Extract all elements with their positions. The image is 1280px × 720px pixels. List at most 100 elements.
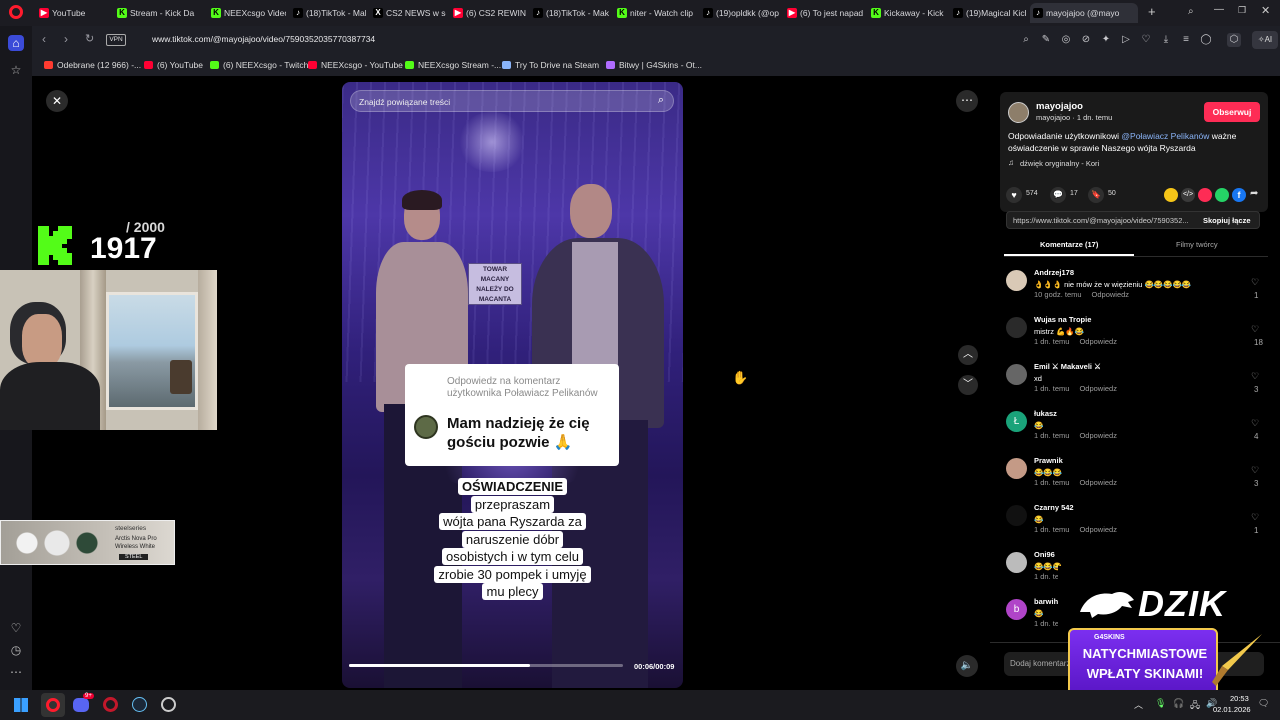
volume-button[interactable]: 🔈 <box>956 655 978 677</box>
windows-start-icon[interactable] <box>14 698 28 712</box>
heart-icon[interactable]: ♡ <box>8 620 24 636</box>
tab-1[interactable]: ▶ YouTube <box>36 3 108 23</box>
tab-11[interactable]: K Kickaway - Kick C <box>868 3 946 23</box>
camera-icon[interactable]: ◎ <box>1059 33 1073 47</box>
comment-like-icon[interactable]: ♡ <box>1251 324 1259 335</box>
comment-like-icon[interactable]: ♡ <box>1251 512 1259 523</box>
profile-icon[interactable]: ◯ <box>1199 33 1213 47</box>
video-player[interactable]: TOWAR MACANY NALEŻY DO MACANTA Znajdź po… <box>342 82 683 688</box>
new-tab-button[interactable]: + <box>1148 5 1160 19</box>
comment-like-icon[interactable]: ♡ <box>1251 418 1259 429</box>
extension-icon[interactable]: ✦ <box>1099 33 1113 47</box>
comment-reply-button[interactable]: Odpowiedz <box>1079 525 1117 534</box>
tab-9[interactable]: ♪ (19)opldkk (@op <box>700 3 780 23</box>
share-emoji-icon[interactable] <box>1164 188 1178 202</box>
headset-tray-icon[interactable]: 🎧 <box>1173 698 1184 709</box>
steelseries-ad[interactable]: steelseries Arctis Nova Pro Wireless Whi… <box>0 520 175 565</box>
steam-icon[interactable] <box>132 697 147 712</box>
tab-5[interactable]: XCS2 NEWS w ser <box>370 3 446 23</box>
bookmark-heart-icon[interactable]: ♡ <box>1139 33 1153 47</box>
reload-icon[interactable]: ↻ <box>85 32 94 45</box>
related-search-field[interactable]: Znajdź powiązane treści ⌕ <box>350 90 674 112</box>
comment-avatar[interactable]: Ł <box>1006 411 1027 432</box>
comment-reply-button[interactable]: Odpowiedz <box>1079 478 1117 487</box>
tab-8[interactable]: Kniter - Watch clip <box>614 3 696 23</box>
prev-video-button[interactable]: ︿ <box>958 345 978 365</box>
comment-avatar[interactable] <box>1006 505 1027 526</box>
bookmark-item[interactable]: (6) YouTube <box>144 58 203 72</box>
close-window-button[interactable]: ✕ <box>1261 4 1270 17</box>
tab-12[interactable]: ♪ (19)Magical Kick <box>950 3 1026 23</box>
menu-icon[interactable]: ≡ <box>1179 33 1193 47</box>
tab-4[interactable]: ♪ (18)TikTok - Mak <box>290 3 366 23</box>
comment-author[interactable]: Wujas na Tropie <box>1034 315 1091 324</box>
bookmark-item[interactable]: (6) NEEXcsgo - Twitch <box>210 58 308 72</box>
edit-icon[interactable]: ✎ <box>1039 33 1053 47</box>
tab-2[interactable]: K Stream - Kick Da <box>114 3 204 23</box>
comment-avatar[interactable] <box>1006 552 1027 573</box>
bookmark-item[interactable]: Odebrane (12 966) -... <box>44 58 141 72</box>
embed-icon[interactable]: </> <box>1181 188 1195 202</box>
clock-time[interactable]: 20:53 <box>1230 694 1249 703</box>
comment-avatar[interactable] <box>1006 364 1027 385</box>
close-video-button[interactable]: ✕ <box>46 90 68 112</box>
comment-reply-button[interactable]: Odpowiedz <box>1092 290 1130 299</box>
share-arrow-icon[interactable]: ➦ <box>1250 188 1258 199</box>
video-link[interactable]: https://www.tiktok.com/@mayojajoo/video/… <box>1013 216 1195 225</box>
tab-comments[interactable]: Komentarze (17) <box>1040 240 1098 249</box>
next-video-button[interactable]: ﹀ <box>958 375 978 395</box>
app-icon[interactable] <box>161 697 176 712</box>
tab-13[interactable]: ♪ mayojajoo (@mayo <box>1030 3 1138 23</box>
comment-author[interactable]: Oni96 <box>1034 550 1055 559</box>
mic-icon[interactable]: 🎙 <box>1155 698 1166 709</box>
comment-reply-button[interactable]: Odpowiedz <box>1079 384 1117 393</box>
comment-icon[interactable]: 💬 <box>1050 187 1066 203</box>
notification-icon[interactable]: 🗨 <box>1258 698 1269 709</box>
follow-button[interactable]: Obserwuj <box>1204 102 1260 122</box>
bookmark-item[interactable]: Try To Drive na Steam <box>502 58 599 72</box>
comment-avatar[interactable] <box>1006 458 1027 479</box>
save-icon[interactable]: 🔖 <box>1088 187 1104 203</box>
history-icon[interactable]: ◷ <box>8 642 24 658</box>
tab-creator-videos[interactable]: Filmy twórcy <box>1176 240 1218 249</box>
adblock-icon[interactable]: ⊘ <box>1079 33 1093 47</box>
comment-avatar[interactable] <box>1006 270 1027 291</box>
search-icon[interactable]: ⌕ <box>658 94 664 107</box>
more-icon[interactable]: ⋯ <box>8 664 24 680</box>
comment-reply-button[interactable]: Odpowiedz <box>1079 337 1117 346</box>
comment-avatar[interactable]: b <box>1006 599 1027 620</box>
vpn-badge[interactable]: VPN <box>106 34 126 46</box>
comment-author[interactable]: Prawnik <box>1034 456 1063 465</box>
download-icon[interactable]: ⤓ <box>1159 33 1173 47</box>
comment-like-icon[interactable]: ♡ <box>1251 465 1259 476</box>
tab-3[interactable]: K NEEXcsgo Video <box>208 3 286 23</box>
ai-button[interactable]: ✧AI <box>1252 31 1278 49</box>
facebook-icon[interactable]: f <box>1232 188 1246 202</box>
search-tabs-icon[interactable]: ⌕ <box>1188 6 1194 17</box>
clock-date[interactable]: 02.01.2026 <box>1213 705 1251 714</box>
back-icon[interactable]: ‹ <box>42 32 46 46</box>
tab-10[interactable]: ▶ (6) To jest napad <box>784 3 864 23</box>
send-icon[interactable] <box>1198 188 1212 202</box>
discord-icon[interactable] <box>73 698 89 712</box>
comment-reply-button[interactable]: Odpowiedz <box>1079 431 1117 440</box>
whatsapp-icon[interactable] <box>1215 188 1229 202</box>
network-icon[interactable]: 🖧 <box>1190 698 1200 714</box>
comment-author[interactable]: Andrzej178 <box>1034 268 1074 277</box>
author-name[interactable]: mayojajoo <box>1036 101 1083 112</box>
comment-like-icon[interactable]: ♡ <box>1251 371 1259 382</box>
bookmark-item[interactable]: NEEXcsgo Stream -... <box>405 58 501 72</box>
opera-taskbar-icon[interactable] <box>41 693 65 717</box>
opera-logo-icon[interactable] <box>9 5 23 19</box>
comment-author[interactable]: Emil ⚔ Makaveli ⚔ <box>1034 362 1101 371</box>
like-icon[interactable]: ♥ <box>1006 187 1022 203</box>
comment-author[interactable]: barwih <box>1034 597 1058 606</box>
home-icon[interactable]: ⌂ <box>8 35 24 51</box>
more-options-icon[interactable]: ⋯ <box>956 90 978 112</box>
progress-bar[interactable] <box>349 664 623 667</box>
comment-author[interactable]: Czarny 542 <box>1034 503 1074 512</box>
description-mention[interactable]: @Poławiacz Pelikanów <box>1121 131 1209 141</box>
comment-like-icon[interactable]: ♡ <box>1251 277 1259 288</box>
wallet-icon[interactable]: ⬡ <box>1227 33 1241 47</box>
minimize-button[interactable]: — <box>1214 4 1224 15</box>
